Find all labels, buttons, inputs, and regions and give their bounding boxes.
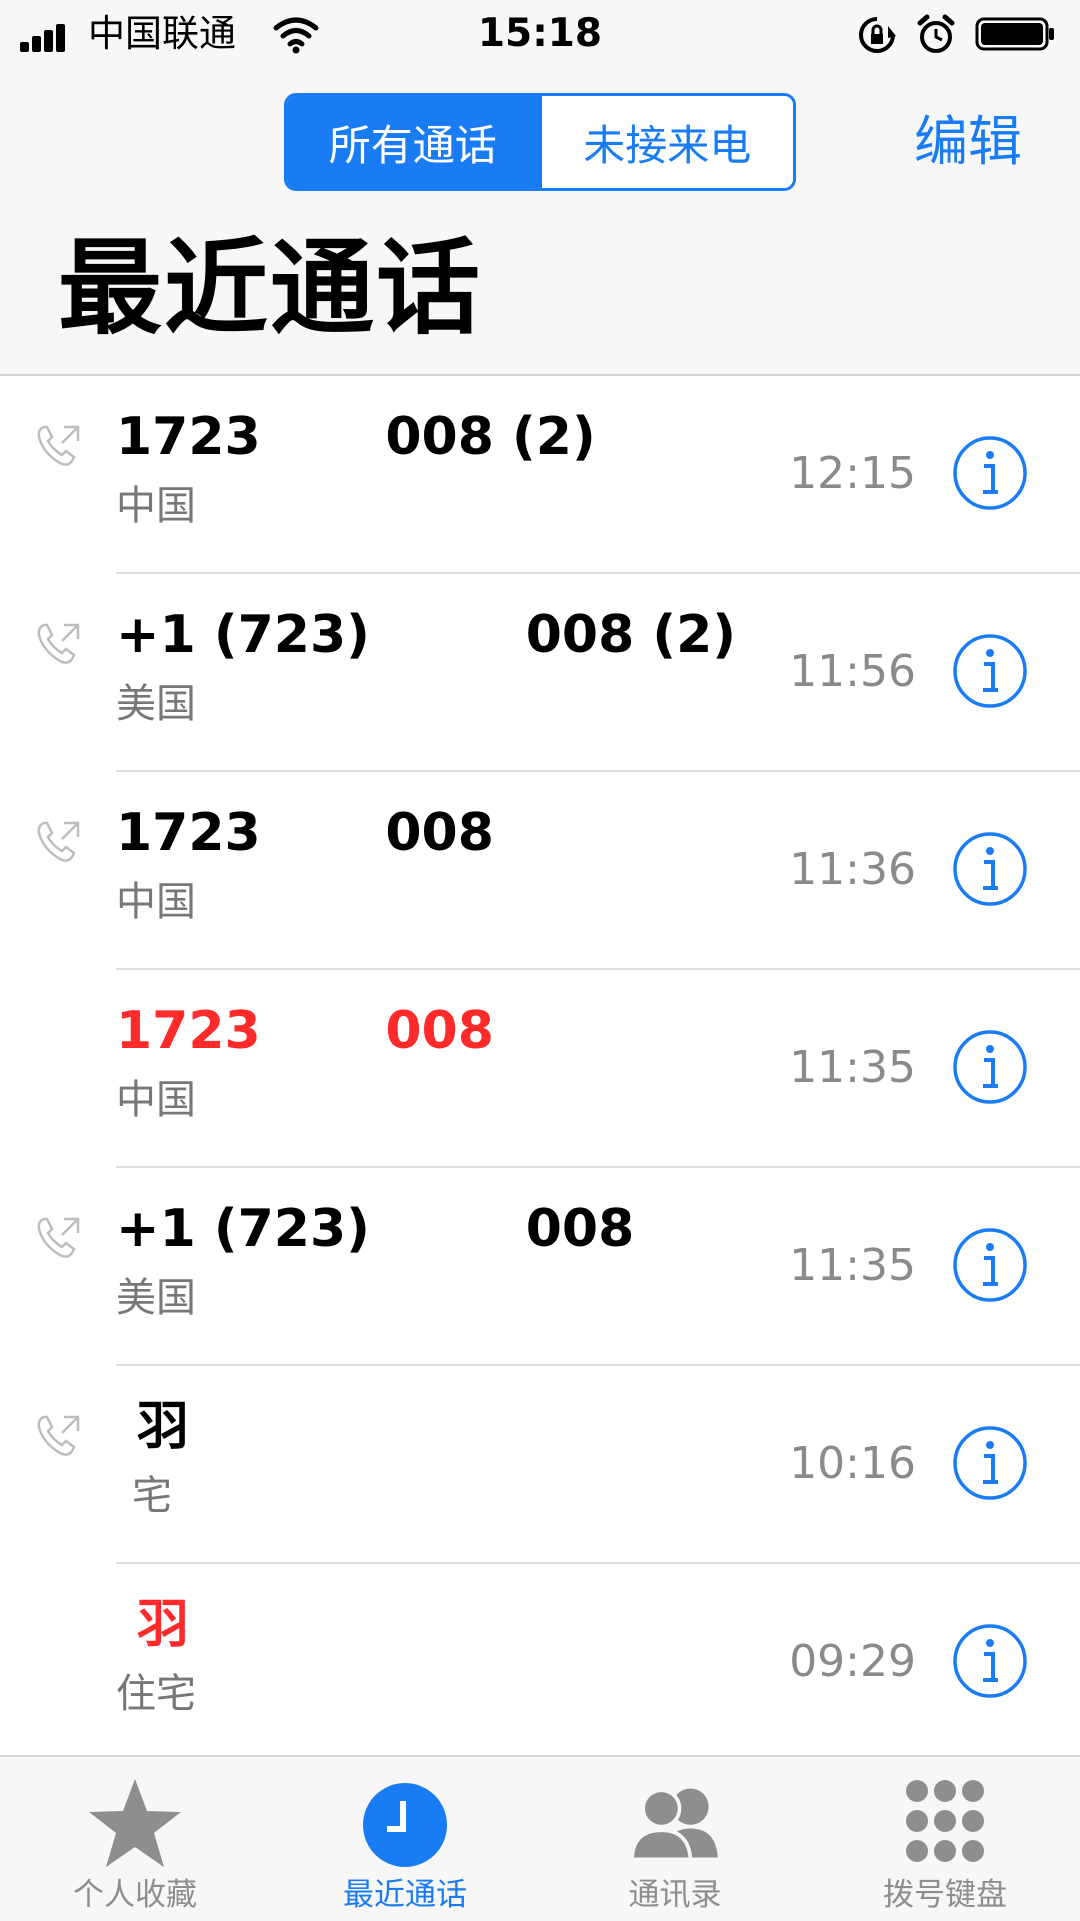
call-row[interactable]: +1 (723) 008 (2) 美国 11:56 — [0, 574, 1080, 772]
call-number-label: 中国 — [116, 483, 196, 529]
call-time: 10:16 — [789, 1438, 916, 1489]
info-icon[interactable] — [952, 435, 1028, 511]
call-number-label: 美国 — [116, 681, 196, 727]
call-contact-name: +1 (723) 008 (2) — [116, 605, 737, 665]
tab-recents[interactable]: 最近通话 — [270, 1757, 540, 1921]
info-icon[interactable] — [952, 1623, 1028, 1699]
call-contact-name: 羽 — [116, 1595, 189, 1655]
status-bar: 中国联通 15:18 — [0, 0, 1080, 70]
call-number-label: 住宅 — [116, 1671, 196, 1717]
rotation-lock-icon — [859, 17, 896, 53]
outgoing-call-icon — [37, 623, 80, 664]
info-icon[interactable] — [952, 633, 1028, 709]
battery-icon — [975, 17, 1054, 51]
tab-label: 拨号键盘 — [883, 1877, 1007, 1913]
tab-contacts[interactable]: 通讯录 — [540, 1757, 810, 1921]
call-row[interactable]: 1723 008 中国 11:35 — [0, 970, 1080, 1168]
call-time: 11:35 — [789, 1042, 916, 1093]
edit-button[interactable]: 编辑 — [914, 108, 1022, 176]
call-filter-segmented-control: 所有通话 未接来电 — [284, 93, 796, 191]
info-icon[interactable] — [952, 1227, 1028, 1303]
call-contact-name: 1723 008 (2) — [116, 407, 596, 467]
outgoing-call-icon — [37, 1217, 80, 1258]
call-number-label: 中国 — [116, 879, 196, 925]
call-time: 11:36 — [789, 844, 916, 895]
call-time: 09:29 — [789, 1636, 916, 1687]
call-contact-name: 1723 008 — [116, 1001, 494, 1061]
call-number-label: 宅 — [116, 1473, 172, 1519]
recent-calls-list: 1723 008 (2) 中国 12:15 +1 (723) 008 (2) 美… — [0, 376, 1080, 1762]
tab-favorites[interactable]: 个人收藏 — [0, 1757, 270, 1921]
star-icon — [89, 1779, 181, 1867]
segment-all-calls[interactable]: 所有通话 — [287, 96, 539, 188]
call-time: 11:35 — [789, 1240, 916, 1291]
outgoing-call-icon — [37, 425, 80, 466]
outgoing-call-icon — [37, 1415, 80, 1456]
call-time: 12:15 — [789, 448, 916, 499]
call-row[interactable]: 羽 住宅 09:29 — [0, 1564, 1080, 1762]
tab-keypad[interactable]: 拨号键盘 — [810, 1757, 1080, 1921]
tab-label: 最近通话 — [343, 1877, 467, 1913]
call-contact-name: 1723 008 — [116, 803, 494, 863]
call-time: 11:56 — [789, 646, 916, 697]
call-number-label: 美国 — [116, 1275, 196, 1321]
info-icon[interactable] — [952, 831, 1028, 907]
call-row[interactable]: 羽 宅 10:16 — [0, 1366, 1080, 1564]
tab-bar: 个人收藏 最近通话 通讯录 拨号键盘 — [0, 1755, 1080, 1921]
navigation-header: 中国联通 15:18 所有通话 未接来电 编辑 最近通话 — [0, 0, 1080, 376]
call-row[interactable]: 1723 008 (2) 中国 12:15 — [0, 376, 1080, 574]
page-title: 最近通话 — [58, 227, 483, 349]
call-contact-name: +1 (723) 008 — [116, 1199, 635, 1259]
tab-label: 个人收藏 — [73, 1877, 197, 1913]
call-number-label: 中国 — [116, 1077, 196, 1123]
call-row[interactable]: 1723 008 中国 11:36 — [0, 772, 1080, 970]
call-contact-name: 羽 — [116, 1397, 189, 1457]
info-icon[interactable] — [952, 1425, 1028, 1501]
info-icon[interactable] — [952, 1029, 1028, 1105]
keypad-icon — [906, 1780, 984, 1862]
alarm-icon — [917, 14, 955, 53]
call-row[interactable]: +1 (723) 008 美国 11:35 — [0, 1168, 1080, 1366]
outgoing-call-icon — [37, 821, 80, 862]
contacts-icon — [630, 1788, 718, 1862]
clock-icon — [363, 1783, 447, 1867]
tab-label: 通讯录 — [628, 1877, 722, 1913]
segment-missed-calls[interactable]: 未接来电 — [538, 96, 793, 188]
